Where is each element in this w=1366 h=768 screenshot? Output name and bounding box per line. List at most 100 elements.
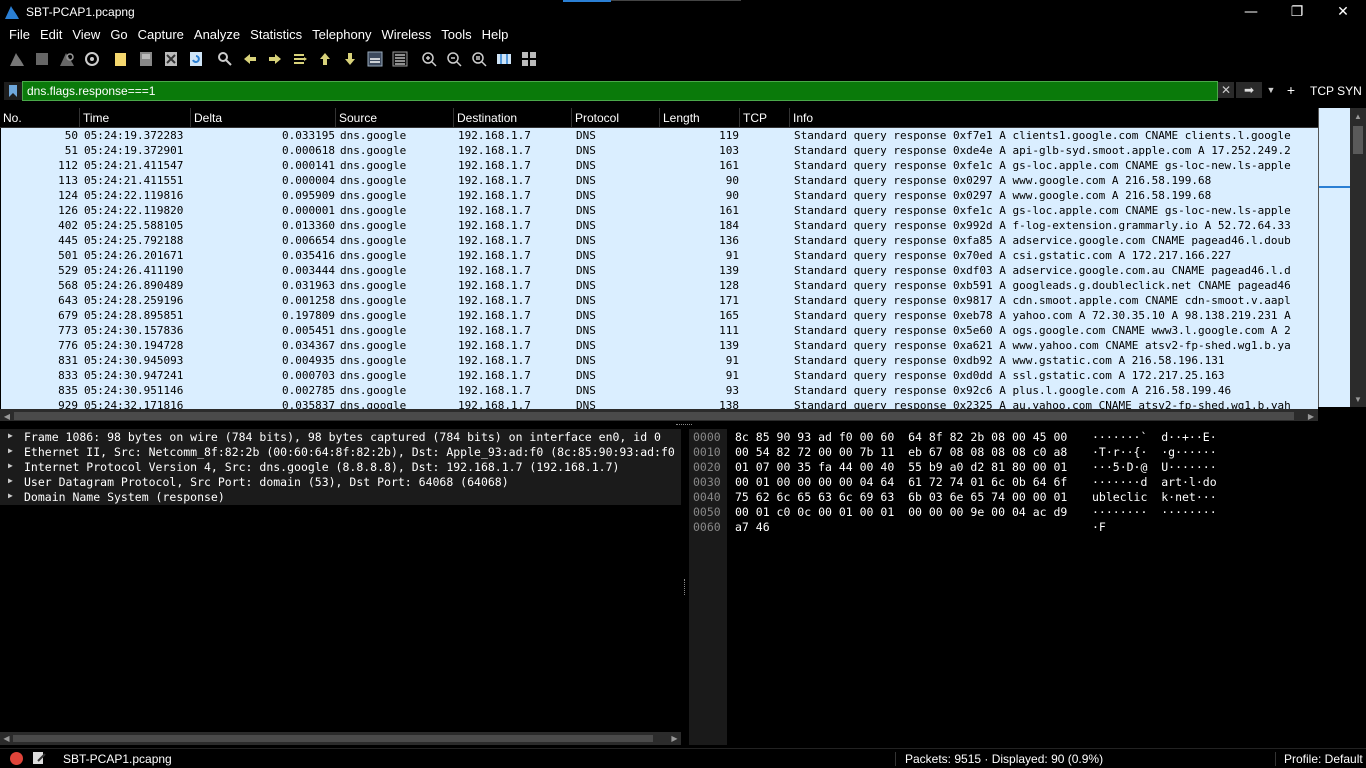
scroll-left-arrow-icon[interactable]: ◀ — [0, 732, 13, 745]
packet-row[interactable]: 643 05:24:28.259196 0.001258 dns.google 192.… — [1, 293, 1318, 308]
packet-row[interactable]: 124 05:24:22.119816 0.095909 dns.google 192.… — [1, 188, 1318, 203]
capture-comment-edit-icon[interactable] — [32, 751, 46, 765]
horizontal-splitter[interactable] — [0, 421, 1366, 429]
column-header-delta[interactable]: Delta — [191, 108, 336, 128]
packet-row[interactable]: 529 05:24:26.411190 0.003444 dns.google 192.… — [1, 263, 1318, 278]
byte-ascii[interactable]: ·······` d··+··E· — [1092, 430, 1217, 445]
status-profile[interactable]: Profile: Default — [1284, 752, 1363, 766]
minimize-button[interactable]: — — [1228, 0, 1274, 24]
byte-hex[interactable]: 00 54 82 72 00 00 7b 11 eb 67 08 08 08 0… — [735, 445, 1067, 460]
resize-columns-icon[interactable] — [493, 48, 515, 70]
byte-ascii[interactable]: ubleclic k·net··· — [1092, 490, 1217, 505]
zoom-in-icon[interactable] — [418, 48, 440, 70]
scroll-down-arrow-icon[interactable]: ▼ — [1350, 391, 1366, 407]
scroll-thumb[interactable] — [1353, 126, 1363, 154]
byte-hex[interactable]: 75 62 6c 65 63 6c 69 63 6b 03 6e 65 74 0… — [735, 490, 1067, 505]
go-first-icon[interactable] — [314, 48, 336, 70]
tree-item-dns[interactable]: ▶ Domain Name System (response) — [0, 490, 681, 505]
filter-text[interactable]: dns.flags.response===1 — [27, 84, 155, 98]
close-file-icon[interactable] — [160, 48, 182, 70]
zoom-out-icon[interactable] — [443, 48, 465, 70]
column-header-info[interactable]: Info — [790, 108, 1318, 128]
colorize-icon[interactable] — [389, 48, 411, 70]
byte-ascii[interactable]: ·F — [1092, 520, 1106, 535]
find-packet-icon[interactable] — [214, 48, 236, 70]
details-horizontal-scrollbar[interactable]: ◀ ▶ — [0, 732, 681, 745]
shark-fin-start-icon[interactable] — [6, 48, 28, 70]
byte-ascii[interactable]: ···5·D·@ U······· — [1092, 460, 1217, 475]
filter-button-tcp-syn[interactable]: TCP SYN — [1310, 84, 1362, 98]
add-filter-button-plus-icon[interactable]: + — [1284, 81, 1298, 99]
column-header-protocol[interactable]: Protocol — [572, 108, 660, 128]
go-back-icon[interactable] — [239, 48, 261, 70]
packet-row[interactable]: 831 05:24:30.945093 0.004935 dns.google 192.… — [1, 353, 1318, 368]
packet-row[interactable]: 50 05:24:19.372283 0.033195 dns.google 192.1… — [1, 128, 1318, 143]
menu-file[interactable]: File — [4, 27, 35, 42]
packet-row[interactable]: 835 05:24:30.951146 0.002785 dns.google 192.… — [1, 383, 1318, 398]
expert-info-indicator-icon[interactable] — [10, 752, 23, 765]
close-button[interactable]: ✕ — [1320, 0, 1366, 24]
byte-ascii[interactable]: ·······d art·l·do — [1092, 475, 1217, 490]
packet-row[interactable]: 126 05:24:22.119820 0.000001 dns.google 192.… — [1, 203, 1318, 218]
menu-go[interactable]: Go — [105, 27, 132, 42]
expand-arrow-icon[interactable]: ▶ — [8, 446, 13, 455]
menu-view[interactable]: View — [67, 27, 105, 42]
apply-filter-arrow-icon[interactable]: ➡ — [1236, 82, 1262, 98]
menu-capture[interactable]: Capture — [133, 27, 189, 42]
menu-analyze[interactable]: Analyze — [189, 27, 245, 42]
scroll-thumb[interactable] — [14, 412, 1294, 420]
tree-item-udp[interactable]: ▶ User Datagram Protocol, Src Port: doma… — [0, 475, 681, 490]
scroll-up-arrow-icon[interactable]: ▲ — [1350, 108, 1366, 124]
byte-ascii[interactable]: ········ ········ — [1092, 505, 1217, 520]
packet-row[interactable]: 402 05:24:25.588105 0.013360 dns.google 192.… — [1, 218, 1318, 233]
go-to-packet-icon[interactable] — [289, 48, 311, 70]
menu-tools[interactable]: Tools — [436, 27, 476, 42]
packet-row[interactable]: 112 05:24:21.411547 0.000141 dns.google 192.… — [1, 158, 1318, 173]
menu-wireless[interactable]: Wireless — [376, 27, 436, 42]
filter-history-chevron-down-icon[interactable]: ▼ — [1264, 82, 1278, 98]
packet-row[interactable]: 445 05:24:25.792188 0.006654 dns.google 192.… — [1, 233, 1318, 248]
reload-file-icon[interactable] — [185, 48, 207, 70]
tree-item-frame[interactable]: ▶ Frame 1086: 98 bytes on wire (784 bits… — [0, 430, 681, 445]
autoscroll-icon[interactable] — [364, 48, 386, 70]
zoom-normal-icon[interactable] — [468, 48, 490, 70]
column-header-destination[interactable]: Destination — [454, 108, 572, 128]
byte-hex[interactable]: 8c 85 90 93 ad f0 00 60 64 8f 82 2b 08 0… — [735, 430, 1067, 445]
byte-ascii[interactable]: ·T·r··{· ·g······ — [1092, 445, 1217, 460]
restore-button[interactable]: ❐ — [1274, 0, 1320, 24]
restart-capture-icon[interactable] — [56, 48, 78, 70]
packet-row[interactable]: 113 05:24:21.411551 0.000004 dns.google 192.… — [1, 173, 1318, 188]
bookmark-icon[interactable] — [4, 82, 22, 100]
byte-hex[interactable]: 00 01 00 00 00 00 04 64 61 72 74 01 6c 0… — [735, 475, 1067, 490]
byte-hex[interactable]: 01 07 00 35 fa 44 00 40 55 b9 a0 d2 81 8… — [735, 460, 1067, 475]
tree-item-ipv4[interactable]: ▶ Internet Protocol Version 4, Src: dns.… — [0, 460, 681, 475]
menu-edit[interactable]: Edit — [35, 27, 67, 42]
capture-options-icon[interactable] — [81, 48, 103, 70]
vertical-splitter[interactable] — [681, 429, 689, 745]
column-header-time[interactable]: Time — [80, 108, 191, 128]
byte-hex[interactable]: a7 46 — [735, 520, 770, 535]
menu-telephony[interactable]: Telephony — [307, 27, 376, 42]
expand-arrow-icon[interactable]: ▶ — [8, 461, 13, 470]
column-header-tcp-seg[interactable]: TCP Seg — [740, 108, 790, 145]
display-filter-input[interactable]: dns.flags.response===1 — [22, 81, 1218, 101]
column-header-no[interactable]: No. — [0, 108, 80, 128]
tree-item-ethernet[interactable]: ▶ Ethernet II, Src: Netcomm_8f:82:2b (00… — [0, 445, 681, 460]
column-header-length[interactable]: Length — [660, 108, 740, 128]
packet-row[interactable]: 501 05:24:26.201671 0.035416 dns.google 192.… — [1, 248, 1318, 263]
packet-row[interactable]: 773 05:24:30.157836 0.005451 dns.google 192.… — [1, 323, 1318, 338]
menu-statistics[interactable]: Statistics — [245, 27, 307, 42]
stop-capture-icon[interactable] — [31, 48, 53, 70]
go-forward-icon[interactable] — [264, 48, 286, 70]
packet-row[interactable]: 833 05:24:30.947241 0.000703 dns.google 192.… — [1, 368, 1318, 383]
clear-filter-icon[interactable]: ✕ — [1218, 82, 1234, 98]
packet-row[interactable]: 51 05:24:19.372901 0.000618 dns.google 192.1… — [1, 143, 1318, 158]
expand-arrow-icon[interactable]: ▶ — [8, 491, 13, 500]
column-header-source[interactable]: Source — [336, 108, 454, 128]
packet-list-vertical-scrollbar[interactable]: ▲ ▼ — [1350, 108, 1366, 407]
menu-help[interactable]: Help — [477, 27, 514, 42]
scroll-right-arrow-icon[interactable]: ▶ — [668, 732, 681, 745]
layout-icon[interactable] — [518, 48, 540, 70]
packet-minimap[interactable] — [1318, 108, 1351, 407]
expand-arrow-icon[interactable]: ▶ — [8, 476, 13, 485]
